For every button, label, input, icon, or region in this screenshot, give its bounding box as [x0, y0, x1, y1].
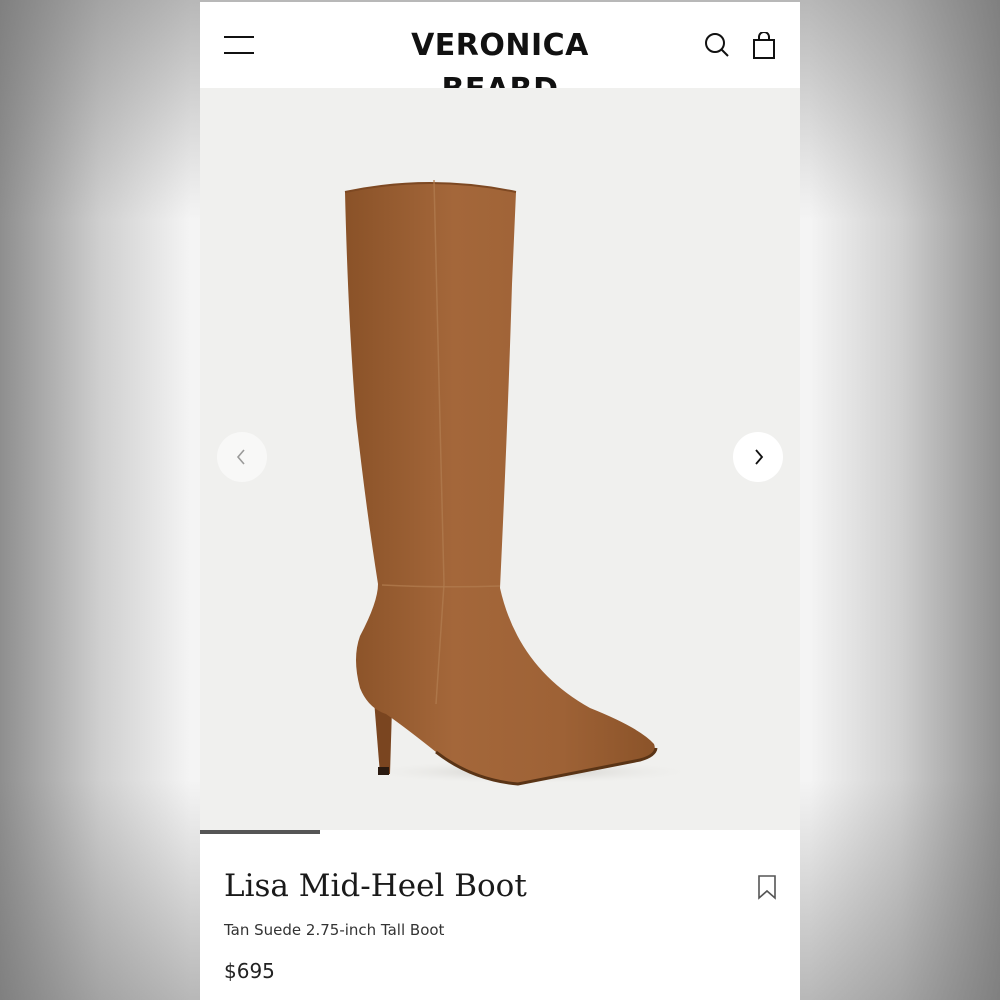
shopping-bag-icon: [753, 31, 775, 59]
wishlist-button[interactable]: [756, 874, 778, 900]
product-subtitle: Tan Suede 2.75-inch Tall Boot: [224, 921, 445, 939]
product-price: $695: [224, 959, 275, 983]
cart-button[interactable]: [751, 31, 777, 60]
chevron-right-icon: [755, 449, 764, 465]
product-image[interactable]: [200, 88, 800, 834]
menu-button[interactable]: [224, 32, 256, 58]
search-button[interactable]: [704, 32, 730, 58]
search-icon: [705, 33, 729, 57]
bookmark-icon: [758, 875, 776, 900]
product-image-gallery: [200, 88, 800, 834]
site-header: VERONICA BEARD: [200, 2, 800, 107]
mobile-screen: VERONICA BEARD: [200, 2, 800, 1000]
chevron-left-icon: [236, 449, 245, 465]
product-title: Lisa Mid-Heel Boot: [224, 868, 527, 904]
next-image-button[interactable]: [733, 432, 783, 482]
previous-image-button[interactable]: [217, 432, 267, 482]
product-info: Lisa Mid-Heel Boot Tan Suede 2.75-inch T…: [200, 834, 800, 1000]
